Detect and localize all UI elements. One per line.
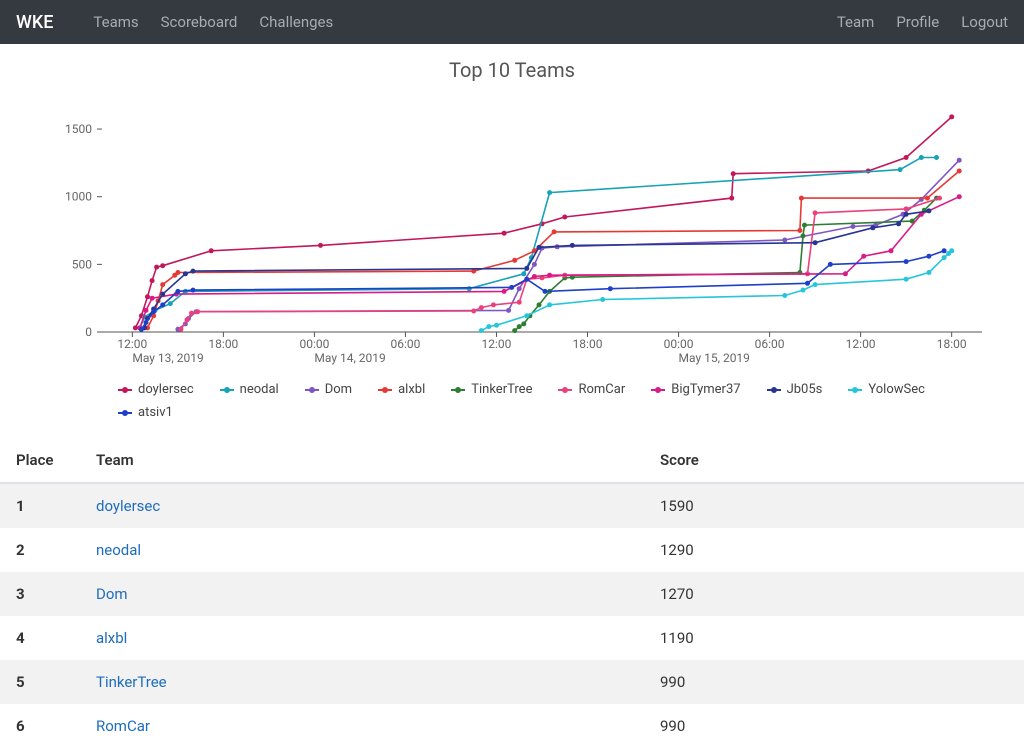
team-link[interactable]: Dom [96,585,128,603]
svg-text:18:00: 18:00 [937,337,967,351]
legend-swatch-icon [118,412,132,414]
team-cell: TinkerTree [80,660,644,704]
legend-swatch-icon [378,389,392,391]
place-cell: 3 [0,572,80,616]
legend-swatch-icon [558,389,572,391]
score-cell: 1290 [644,528,1024,572]
legend-swatch-icon [848,389,862,391]
svg-text:0: 0 [85,325,92,339]
team-link[interactable]: alxbl [96,629,127,647]
scoreboard-table: Place Team Score 1 doylersec 1590 2 neodal 12… [0,438,1024,748]
team-link[interactable]: neodal [96,541,141,559]
svg-text:18:00: 18:00 [573,337,603,351]
table-row: 1 doylersec 1590 [0,483,1024,528]
legend-swatch-icon [451,389,465,391]
header-place: Place [0,438,80,483]
legend-label: doylersec [138,382,194,397]
nav-link-logout[interactable]: Logout [961,13,1008,31]
legend-label: atsiv1 [138,405,173,420]
svg-text:May 14, 2019: May 14, 2019 [314,351,385,365]
svg-text:1500: 1500 [65,122,92,136]
legend-swatch-icon [118,389,132,391]
score-cell: 1590 [644,483,1024,528]
score-cell: 1190 [644,616,1024,660]
svg-text:12:00: 12:00 [117,337,147,351]
legend-label: YolowSec [868,382,925,397]
svg-text:00:00: 00:00 [664,337,694,351]
legend-swatch-icon [767,389,781,391]
page-title: Top 10 Teams [0,58,1024,82]
place-cell: 4 [0,616,80,660]
svg-text:18:00: 18:00 [208,337,238,351]
place-cell: 6 [0,704,80,748]
place-cell: 2 [0,528,80,572]
legend-item[interactable]: atsiv1 [118,405,173,420]
legend-label: TinkerTree [471,382,532,397]
nav-left: WKE Teams Scoreboard Challenges [16,12,333,33]
svg-text:1000: 1000 [65,190,92,204]
legend-label: alxbl [398,382,425,397]
legend-label: RomCar [578,382,625,397]
legend-item[interactable]: TinkerTree [451,382,532,397]
team-cell: RomCar [80,704,644,748]
header-score: Score [644,438,1024,483]
legend-label: Jb05s [787,382,823,397]
place-cell: 1 [0,483,80,528]
legend-label: neodal [240,382,279,397]
legend-item[interactable]: BigTymer37 [651,382,740,397]
top-navbar: WKE Teams Scoreboard Challenges Team Pro… [0,0,1024,44]
nav-link-scoreboard[interactable]: Scoreboard [161,13,238,31]
legend-item[interactable]: alxbl [378,382,425,397]
svg-text:06:00: 06:00 [755,337,785,351]
table-row: 4 alxbl 1190 [0,616,1024,660]
legend-item[interactable]: Jb05s [767,382,823,397]
team-link[interactable]: RomCar [96,717,150,735]
legend-item[interactable]: RomCar [558,382,625,397]
nav-link-team[interactable]: Team [837,13,875,31]
place-cell: 5 [0,660,80,704]
score-chart-svg: 05001000150012:00May 13, 201918:0000:00M… [32,92,992,372]
legend-label: BigTymer37 [671,382,740,397]
header-team: Team [80,438,644,483]
legend-item[interactable]: YolowSec [848,382,925,397]
team-cell: neodal [80,528,644,572]
nav-right: Team Profile Logout [837,13,1008,31]
svg-text:00:00: 00:00 [299,337,329,351]
svg-text:500: 500 [72,257,92,271]
legend-item[interactable]: Dom [305,382,352,397]
scoreboard-table-head: Place Team Score [0,438,1024,483]
legend-swatch-icon [220,389,234,391]
team-link[interactable]: TinkerTree [96,673,167,691]
team-cell: alxbl [80,616,644,660]
table-row: 2 neodal 1290 [0,528,1024,572]
score-cell: 1270 [644,572,1024,616]
team-link[interactable]: doylersec [96,497,160,515]
table-row: 3 Dom 1270 [0,572,1024,616]
svg-text:06:00: 06:00 [391,337,421,351]
nav-link-challenges[interactable]: Challenges [259,13,333,31]
team-cell: Dom [80,572,644,616]
table-row: 6 RomCar 990 [0,704,1024,748]
legend-label: Dom [325,382,352,397]
svg-text:May 13, 2019: May 13, 2019 [132,351,203,365]
svg-text:May 15, 2019: May 15, 2019 [679,351,750,365]
nav-link-teams[interactable]: Teams [93,13,138,31]
team-cell: doylersec [80,483,644,528]
svg-text:12:00: 12:00 [482,337,512,351]
score-cell: 990 [644,660,1024,704]
legend-swatch-icon [651,389,665,391]
nav-link-profile[interactable]: Profile [896,13,939,31]
legend-swatch-icon [305,389,319,391]
legend-item[interactable]: doylersec [118,382,194,397]
table-row: 5 TinkerTree 990 [0,660,1024,704]
svg-text:12:00: 12:00 [846,337,876,351]
scoreboard-table-body: 1 doylersec 1590 2 neodal 1290 3 Dom 1270 4 alxbl 1… [0,483,1024,748]
score-chart[interactable]: 05001000150012:00May 13, 201918:0000:00M… [32,92,992,420]
score-cell: 990 [644,704,1024,748]
legend-item[interactable]: neodal [220,382,279,397]
chart-legend: doylersec neodal Dom alxbl TinkerTree RomCar B… [32,382,992,420]
brand-logo[interactable]: WKE [16,12,53,33]
